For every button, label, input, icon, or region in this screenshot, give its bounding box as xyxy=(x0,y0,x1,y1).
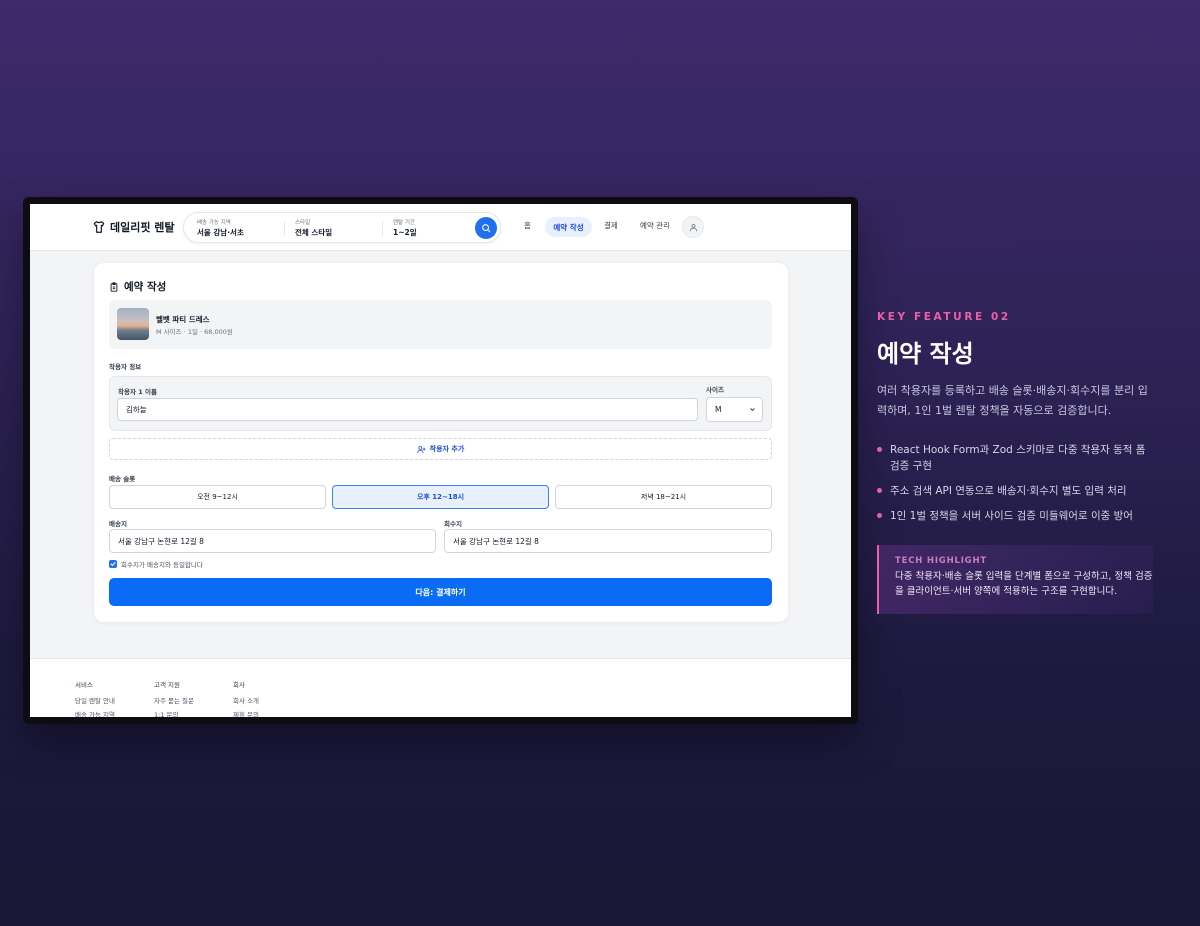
card-title: 예약 작성 xyxy=(124,281,167,293)
feature-bullet: 주소 검색 API 연동으로 배송지·회수지 별도 입력 처리 xyxy=(877,483,1157,499)
same-address-label: 회수지가 배송지와 동일합니다 xyxy=(121,561,203,569)
footer-link[interactable]: 회사 소개 xyxy=(233,695,259,705)
size-value: M xyxy=(715,405,722,414)
clipboard-icon xyxy=(110,281,118,292)
add-wearer-button[interactable]: 착용자 추가 xyxy=(109,438,772,460)
app-screen: 데일리핏 렌탈 배송 가능 지역 서울 강남·서초 스타일 전체 스타일 렌탈 … xyxy=(30,204,851,717)
tech-highlight-box: TECH HIGHLIGHT 다중 착용자·배송 슬롯 입력을 단계별 폼으로 … xyxy=(877,545,1153,614)
user-icon xyxy=(689,223,697,231)
wearer-block: 착용자 1 이름 김하늘 사이즈 M xyxy=(109,376,772,431)
bullet-dot-icon xyxy=(877,513,882,518)
chevron-down-icon xyxy=(750,408,755,411)
nav-reservation[interactable]: 예약 작성 xyxy=(545,217,592,237)
footer-link[interactable]: 배송 가능 지역 xyxy=(75,709,115,717)
footer-link[interactable]: 자주 묻는 질문 xyxy=(154,695,194,705)
product-name: 벨벳 파티 드레스 xyxy=(156,315,210,324)
period-value: 1~2일 xyxy=(393,228,417,237)
tech-highlight-title: TECH HIGHLIGHT xyxy=(895,556,987,566)
app-header: 데일리핏 렌탈 배송 가능 지역 서울 강남·서초 스타일 전체 스타일 렌탈 … xyxy=(30,204,851,251)
footer-link[interactable]: 당일 렌탈 안내 xyxy=(75,695,115,705)
user-plus-icon xyxy=(417,445,426,453)
add-wearer-label: 착용자 추가 xyxy=(429,445,465,453)
feature-kicker: KEY FEATURE 02 xyxy=(877,311,1011,323)
product-summary: 벨벳 파티 드레스 M 사이즈 · 1일 · 68,000원 xyxy=(109,300,772,349)
search-region-field[interactable]: 배송 가능 지역 서울 강남·서초 xyxy=(197,219,244,238)
feature-bullet: 1인 1벌 정책을 서버 사이드 검증 미들웨어로 이중 방어 xyxy=(877,508,1157,524)
footer-col-support: 고객 지원 자주 묻는 질문 1:1 문의 xyxy=(154,679,194,717)
search-button[interactable] xyxy=(475,217,497,239)
search-icon xyxy=(482,224,491,233)
divider xyxy=(382,221,383,236)
search-style-field[interactable]: 스타일 전체 스타일 xyxy=(295,219,332,238)
footer-col-company: 회사 회사 소개 제휴 문의 xyxy=(233,679,259,717)
bullet-dot-icon xyxy=(877,488,882,493)
product-meta: M 사이즈 · 1일 · 68,000원 xyxy=(156,328,233,336)
size-select[interactable]: M xyxy=(706,397,763,422)
browser-mockup: 데일리핏 렌탈 배송 가능 지역 서울 강남·서초 스타일 전체 스타일 렌탈 … xyxy=(23,197,858,724)
nav-payment[interactable]: 결제 xyxy=(604,220,618,231)
bullet-text: 1인 1벌 정책을 서버 사이드 검증 미들웨어로 이중 방어 xyxy=(890,510,1133,522)
wearer-name-label: 착용자 1 이름 xyxy=(118,388,157,396)
footer-heading: 회사 xyxy=(233,681,245,689)
search-bar[interactable]: 배송 가능 지역 서울 강남·서초 스타일 전체 스타일 렌탈 기간 1~2일 xyxy=(183,212,501,243)
feature-bullet: React Hook Form과 Zod 스키마로 다중 착용자 동적 폼 검증… xyxy=(877,442,1157,474)
app-footer: 서비스 당일 렌탈 안내 배송 가능 지역 고객 지원 자주 묻는 질문 1:1… xyxy=(30,658,851,717)
footer-col-service: 서비스 당일 렌탈 안내 배송 가능 지역 xyxy=(75,679,115,717)
nav-home[interactable]: 홈 xyxy=(524,220,531,231)
feature-bullets: React Hook Form과 Zod 스키마로 다중 착용자 동적 폼 검증… xyxy=(877,442,1157,533)
user-avatar[interactable] xyxy=(682,216,704,238)
slot-evening[interactable]: 저녁 18~21시 xyxy=(555,485,772,509)
feature-description: 여러 착용자를 등록하고 배송 슬롯·배송지·회수지를 분리 입력하며, 1인 … xyxy=(877,384,1148,417)
pickup-label: 회수지 xyxy=(444,520,462,528)
reservation-card: 예약 작성 벨벳 파티 드레스 M 사이즈 · 1일 · 68,000원 착용자… xyxy=(94,263,788,622)
wearer-section-label: 착용자 정보 xyxy=(109,363,142,371)
region-value: 서울 강남·서초 xyxy=(197,228,244,237)
divider xyxy=(284,221,285,236)
style-value: 전체 스타일 xyxy=(295,228,333,237)
same-address-checkbox[interactable] xyxy=(109,560,117,568)
bullet-dot-icon xyxy=(877,447,882,452)
period-label: 렌탈 기간 xyxy=(393,220,415,226)
check-icon xyxy=(110,562,116,566)
footer-link[interactable]: 제휴 문의 xyxy=(233,709,259,717)
delivery-label: 배송지 xyxy=(109,520,127,528)
slot-afternoon[interactable]: 오후 12~18시 xyxy=(332,485,549,509)
style-label: 스타일 xyxy=(295,220,311,226)
bullet-text: React Hook Form과 Zod 스키마로 다중 착용자 동적 폼 검증… xyxy=(890,444,1146,472)
card-header: 예약 작성 xyxy=(109,279,166,294)
slot-morning[interactable]: 오전 9~12시 xyxy=(109,485,326,509)
footer-heading: 고객 지원 xyxy=(154,681,180,689)
size-label: 사이즈 xyxy=(706,386,724,394)
shirt-icon xyxy=(93,221,105,233)
footer-link[interactable]: 1:1 문의 xyxy=(154,709,194,717)
delivery-address-input[interactable]: 서울 강남구 논현로 12길 8 xyxy=(109,529,436,553)
same-address-checkbox-row[interactable]: 회수지가 배송지와 동일합니다 xyxy=(109,559,203,569)
product-thumbnail xyxy=(117,308,149,340)
region-label: 배송 가능 지역 xyxy=(197,220,231,226)
tech-highlight-body: 다중 착용자·배송 슬롯 입력을 단계별 폼으로 구성하고, 정책 검증을 클라… xyxy=(895,571,1153,597)
search-period-field[interactable]: 렌탈 기간 1~2일 xyxy=(393,219,417,238)
feature-title: 예약 작성 xyxy=(877,340,974,368)
brand-logo[interactable]: 데일리핏 렌탈 xyxy=(92,219,175,235)
pickup-address-input[interactable]: 서울 강남구 논현로 12길 8 xyxy=(444,529,772,553)
nav-manage[interactable]: 예약 관리 xyxy=(640,220,670,231)
wearer-name-input[interactable]: 김하늘 xyxy=(117,398,698,421)
footer-heading: 서비스 xyxy=(75,681,93,689)
slot-section-label: 배송 슬롯 xyxy=(109,475,136,483)
brand-name: 데일리핏 렌탈 xyxy=(110,221,175,234)
next-payment-button[interactable]: 다음: 결제하기 xyxy=(109,578,772,606)
bullet-text: 주소 검색 API 연동으로 배송지·회수지 별도 입력 처리 xyxy=(890,485,1127,497)
